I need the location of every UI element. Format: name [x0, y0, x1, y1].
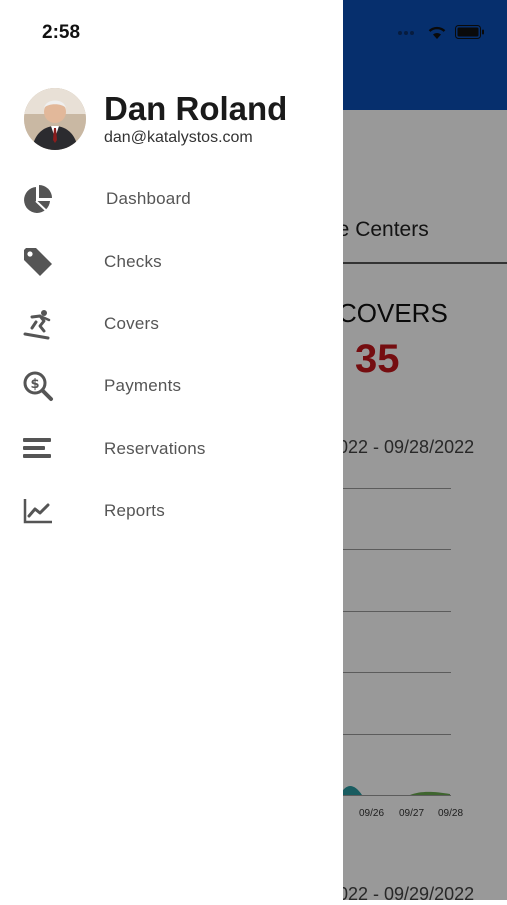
user-email: dan@katalystos.com — [104, 129, 253, 146]
tag-icon — [24, 247, 52, 276]
dollar-search-icon: $ — [23, 371, 53, 402]
svg-text:$: $ — [30, 377, 39, 392]
menu-item-checks[interactable]: Checks — [0, 230, 343, 292]
menu-label-reports: Reports — [104, 501, 165, 521]
line-chart-icon — [23, 499, 52, 524]
snowboarder-icon — [23, 309, 51, 340]
navigation-drawer: 2:58 Dan Roland dan@katalystos.com Dashb… — [0, 0, 343, 900]
menu-label-checks: Checks — [104, 251, 162, 271]
menu-item-reservations[interactable]: Reservations — [0, 418, 343, 480]
list-bars-icon — [23, 437, 51, 458]
menu-item-payments[interactable]: $ Payments — [0, 355, 343, 417]
menu-item-covers[interactable]: Covers — [0, 293, 343, 355]
menu-label-reservations: Reservations — [104, 438, 206, 458]
menu-item-dashboard[interactable]: Dashboard — [0, 168, 343, 230]
menu-label-covers: Covers — [104, 313, 160, 333]
user-name: Dan Roland — [104, 90, 288, 127]
menu-label-payments: Payments — [104, 376, 182, 396]
pie-chart-icon — [24, 185, 52, 214]
menu-label-dashboard: Dashboard — [106, 189, 191, 209]
user-profile[interactable]: Dan Roland dan@katalystos.com — [24, 88, 287, 150]
menu-item-reports[interactable]: Reports — [0, 480, 343, 542]
status-time: 2:58 — [42, 22, 81, 43]
drawer-menu: Dashboard Checks Covers $ Payments Reser… — [0, 168, 343, 542]
avatar[interactable] — [24, 88, 86, 150]
